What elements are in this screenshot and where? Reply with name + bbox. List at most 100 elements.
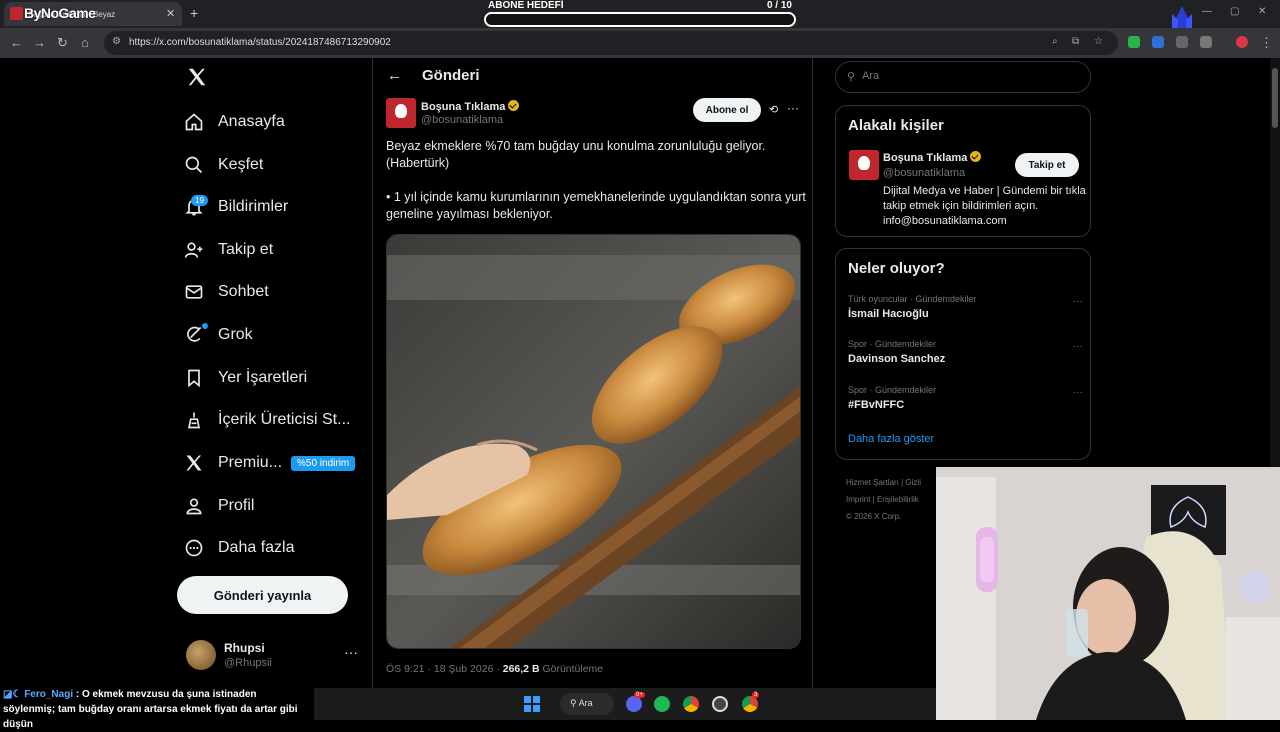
- url-text: https://x.com/bosunatiklama/status/20241…: [129, 37, 391, 48]
- show-more-link[interactable]: Daha fazla göster: [848, 433, 934, 445]
- bookmark-star-icon[interactable]: ☆: [1094, 36, 1103, 47]
- bread-photo: [387, 235, 800, 648]
- mail-icon: [185, 285, 203, 299]
- obs-icon[interactable]: [712, 696, 728, 712]
- site-favicon-icon: [10, 7, 23, 20]
- trend-more-icon[interactable]: ···: [1073, 387, 1083, 398]
- browser-tab[interactable]: Boşuna Tıklama: "Beyaz ByNoGame ✕: [4, 2, 182, 26]
- left-navigation: Anasayfa Keşfet Bildirimler 19 Takip et …: [170, 58, 370, 688]
- author-avatar[interactable]: [386, 98, 416, 128]
- extension-generic-icon[interactable]: [1176, 36, 1188, 48]
- search-icon: [185, 156, 203, 174]
- footer-line[interactable]: Imprint | Erişilebilirlik: [846, 491, 921, 508]
- back-arrow-icon[interactable]: ←: [387, 67, 402, 84]
- site-info-icon[interactable]: ⚙: [112, 36, 121, 47]
- chat-username: Fero_Nagi: [24, 689, 74, 700]
- subscriber-goal-overlay: ABONE HEDEFİ 0 / 10: [484, 0, 796, 28]
- nav-label: Premiu...: [218, 454, 283, 471]
- trend-category: Spor · Gündemdekiler: [848, 339, 937, 349]
- premium-discount-badge: %50 indirim: [291, 456, 356, 471]
- back-icon[interactable]: ←: [10, 35, 23, 50]
- browser-menu-icon[interactable]: ⋮: [1260, 35, 1273, 51]
- extensions-puzzle-icon[interactable]: [1200, 36, 1212, 48]
- post-more-icon[interactable]: ···: [787, 101, 799, 115]
- verified-badge-icon: [508, 100, 520, 111]
- window-close-icon[interactable]: ✕: [1258, 6, 1266, 17]
- chrome-profile-icon[interactable]: [742, 696, 758, 712]
- chrome-icon[interactable]: [683, 696, 699, 712]
- more-icon: [185, 539, 203, 557]
- footer-line: © 2026 X Corp.: [846, 512, 902, 521]
- avatar: [186, 640, 216, 670]
- taskbar-search[interactable]: ⚲ Ara: [560, 693, 614, 715]
- nav-label: Bildirimler: [218, 198, 289, 215]
- trend-more-icon[interactable]: ···: [1073, 296, 1083, 307]
- trend-more-icon[interactable]: ···: [1073, 341, 1083, 352]
- trend-item[interactable]: Spor · Gündemdekiler #FBvNFFC ···: [848, 385, 1083, 419]
- panel-title: Alakalı kişiler: [848, 117, 944, 134]
- nav-item-grok[interactable]: Grok: [184, 320, 253, 350]
- x-logo-icon[interactable]: [186, 66, 208, 88]
- extension-audio-icon[interactable]: [1152, 36, 1164, 48]
- related-handle[interactable]: @bosunatiklama: [883, 167, 965, 179]
- related-avatar[interactable]: [849, 150, 879, 180]
- trend-category: Türk oyuncular · Gündemdekiler: [848, 294, 977, 304]
- nav-item-explore[interactable]: Keşfet: [184, 150, 263, 180]
- post-compose-button[interactable]: Gönderi yayınla: [177, 576, 348, 614]
- nav-label: Profil: [218, 497, 255, 514]
- right-sidebar: ⚲ Alakalı kişiler Boşuna Tıklama @bosuna…: [834, 58, 1094, 528]
- discord-icon[interactable]: [626, 696, 642, 712]
- related-name[interactable]: Boşuna Tıklama: [883, 151, 982, 164]
- author-handle[interactable]: @bosunatiklama: [421, 114, 503, 126]
- spotify-icon[interactable]: [654, 696, 670, 712]
- nav-item-home[interactable]: Anasayfa: [184, 107, 285, 137]
- view-label: Görüntüleme: [539, 663, 604, 675]
- trend-item[interactable]: Türk oyuncular · Gündemdekiler İsmail Ha…: [848, 294, 1083, 328]
- author-name[interactable]: Boşuna Tıklama: [421, 100, 520, 113]
- nav-item-bookmarks[interactable]: Yer İşaretleri: [184, 363, 307, 393]
- profile-icon: [186, 498, 202, 515]
- nav-item-premium[interactable]: Premiu...: [184, 448, 282, 478]
- nav-label: Anasayfa: [218, 113, 285, 130]
- trend-name: İsmail Hacıoğlu: [848, 308, 929, 320]
- zoom-icon[interactable]: ⌕: [1052, 36, 1058, 47]
- new-tab-button[interactable]: +: [190, 5, 198, 21]
- nav-item-creator-studio[interactable]: İçerik Üreticisi St...: [184, 405, 350, 435]
- grok-explain-icon[interactable]: ⟲: [769, 103, 778, 116]
- minimize-icon[interactable]: —: [1202, 6, 1212, 17]
- search-input[interactable]: [862, 70, 1062, 82]
- verified-badge-icon: [970, 151, 982, 162]
- browser-profile-icon[interactable]: [1236, 36, 1248, 48]
- follow-button[interactable]: Takip et: [1015, 153, 1079, 177]
- start-menu-icon[interactable]: [524, 696, 540, 712]
- post-timestamp[interactable]: ÖS 9:21 · 18 Şub 2026 ·: [386, 663, 503, 675]
- search-box[interactable]: ⚲: [835, 61, 1091, 93]
- notification-count-badge: 19: [191, 195, 208, 206]
- maximize-icon[interactable]: ▢: [1230, 6, 1239, 17]
- nav-item-profile[interactable]: Profil: [184, 491, 254, 521]
- browser-address-bar: ← → ↻ ⌂ ⚙ https://x.com/bosunatiklama/st…: [0, 28, 1280, 58]
- forward-icon[interactable]: →: [33, 35, 46, 50]
- page-header: ← Gönderi: [387, 67, 480, 84]
- nav-label: Grok: [218, 326, 253, 343]
- subscribe-button[interactable]: Abone ol: [693, 98, 761, 122]
- install-icon[interactable]: ⧉: [1072, 36, 1079, 47]
- url-field[interactable]: ⚙ https://x.com/bosunatiklama/status/202…: [104, 31, 1118, 55]
- extension-shield-icon[interactable]: [1128, 36, 1140, 48]
- nav-item-follow[interactable]: Takip et: [184, 235, 273, 265]
- reload-icon[interactable]: ↻: [57, 35, 68, 51]
- trend-item[interactable]: Spor · Gündemdekiler Davinson Sanchez ··…: [848, 339, 1083, 373]
- goal-progress-bar: [484, 12, 796, 27]
- account-more-icon[interactable]: ···: [344, 644, 358, 660]
- footer-line[interactable]: Hizmet Şartları | Gizli: [846, 474, 921, 491]
- tab-close-icon[interactable]: ✕: [166, 7, 175, 20]
- account-switcher[interactable]: Rhupsi @Rhupsii ···: [186, 638, 366, 674]
- nav-item-messages[interactable]: Sohbet: [184, 277, 269, 307]
- home-button-icon[interactable]: ⌂: [81, 35, 89, 50]
- post-image[interactable]: [386, 234, 801, 649]
- nav-item-more[interactable]: Daha fazla: [184, 533, 295, 563]
- webcam-feed-image: [936, 467, 1280, 720]
- trend-name: Davinson Sanchez: [848, 353, 946, 365]
- trend-category: Spor · Gündemdekiler: [848, 385, 937, 395]
- scrollbar-thumb[interactable]: [1272, 68, 1278, 128]
